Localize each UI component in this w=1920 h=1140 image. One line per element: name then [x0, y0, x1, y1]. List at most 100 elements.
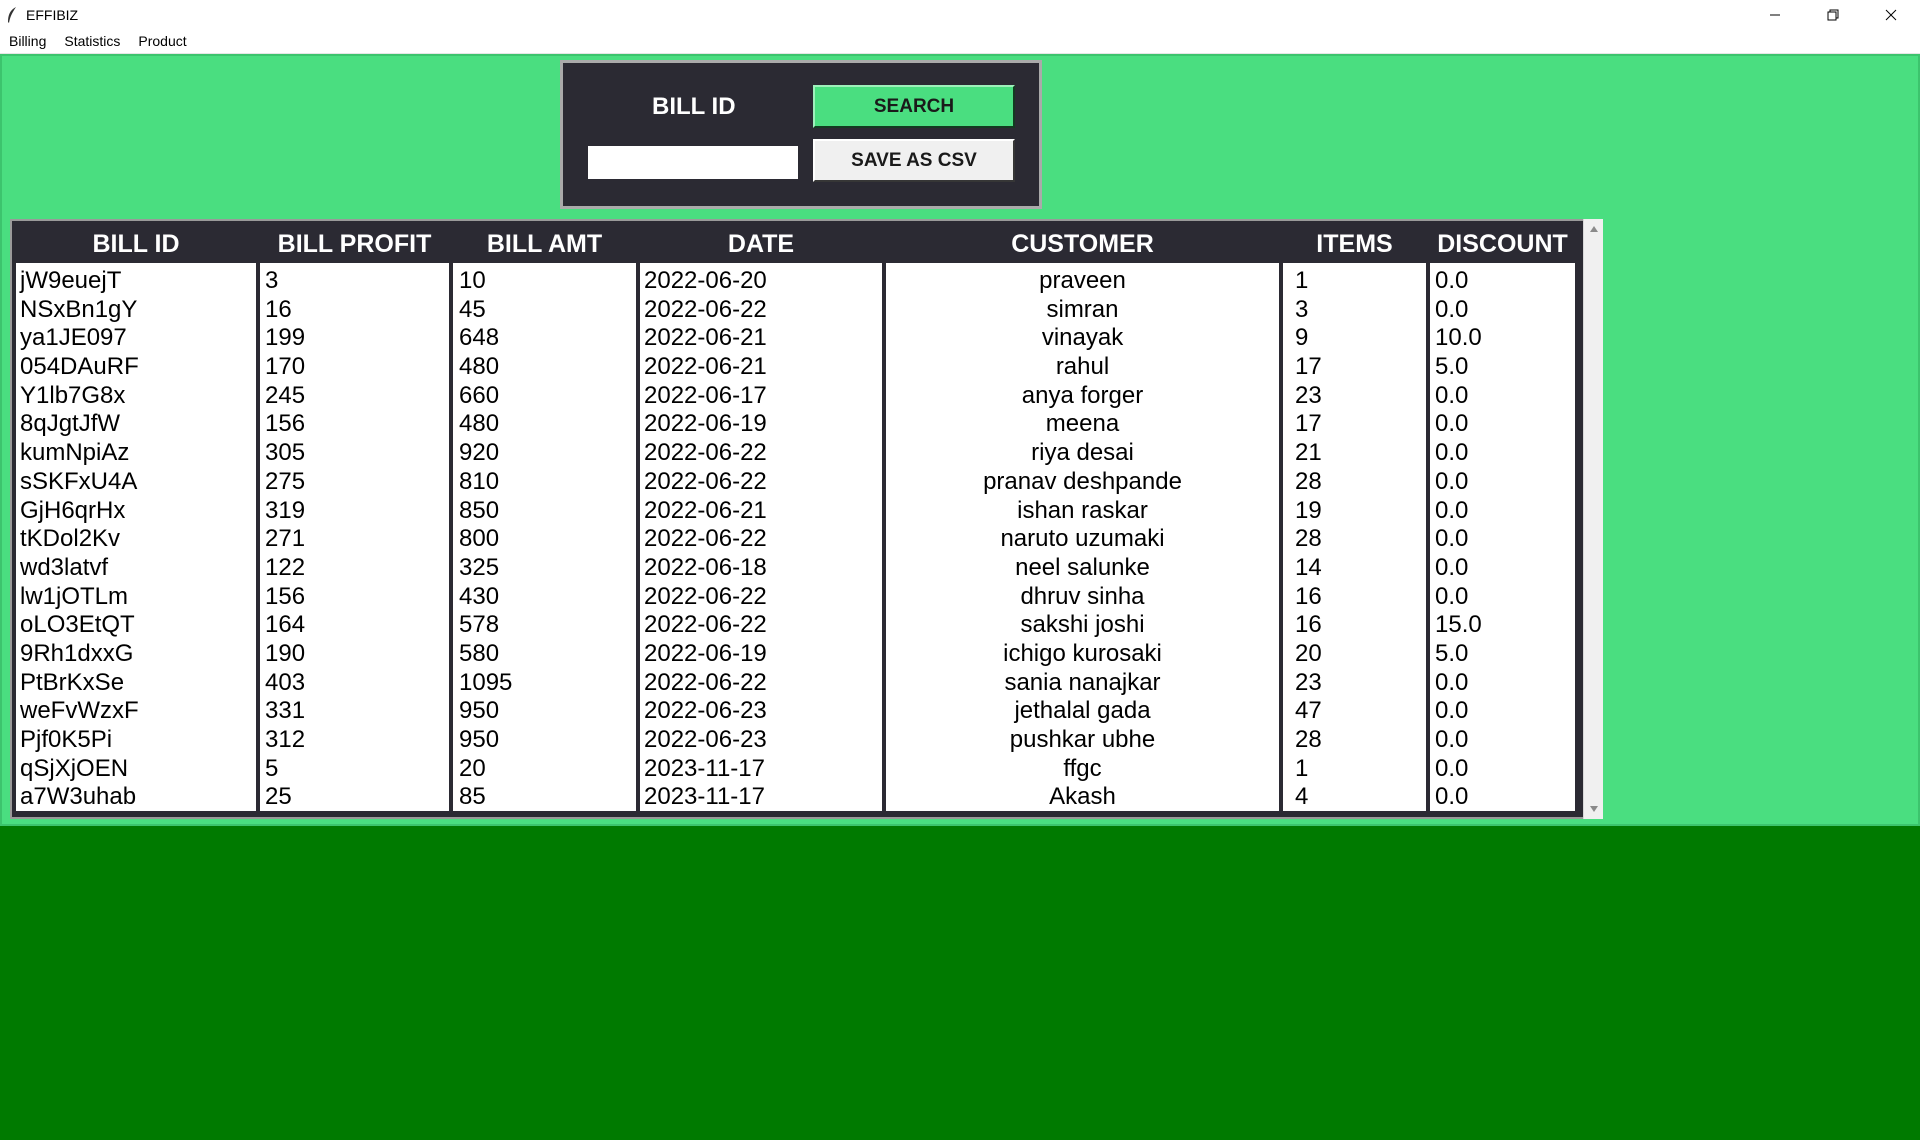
menu-billing[interactable]: Billing — [0, 29, 55, 53]
table-cell[interactable]: 5.0 — [1430, 640, 1575, 669]
table-cell[interactable]: 950 — [453, 726, 636, 755]
table-cell[interactable]: 0.0 — [1430, 783, 1575, 811]
search-button[interactable]: SEARCH — [813, 85, 1015, 128]
table-cell[interactable]: 245 — [260, 382, 449, 411]
table-cell[interactable]: qSjXjOEN — [16, 755, 256, 784]
table-cell[interactable]: pushkar ubhe — [886, 726, 1279, 755]
table-cell[interactable]: 20 — [1283, 640, 1426, 669]
table-cell[interactable]: ffgc — [886, 755, 1279, 784]
table-cell[interactable]: 25 — [260, 783, 449, 811]
table-cell[interactable]: 2022-06-22 — [640, 611, 882, 640]
table-cell[interactable]: PtBrKxSe — [16, 669, 256, 698]
table-cell[interactable]: ichigo kurosaki — [886, 640, 1279, 669]
table-cell[interactable]: praveen — [886, 267, 1279, 296]
column-header-discount[interactable]: DISCOUNT — [1430, 225, 1575, 263]
table-cell[interactable]: 0.0 — [1430, 497, 1575, 526]
table-cell[interactable]: 190 — [260, 640, 449, 669]
table-cell[interactable]: 1 — [1283, 267, 1426, 296]
table-cell[interactable]: simran — [886, 296, 1279, 325]
table-cell[interactable]: 2022-06-21 — [640, 353, 882, 382]
table-cell[interactable]: 0.0 — [1430, 554, 1575, 583]
table-cell[interactable]: 325 — [453, 554, 636, 583]
table-cell[interactable]: Akash — [886, 783, 1279, 811]
table-cell[interactable]: 16 — [1283, 583, 1426, 612]
table-cell[interactable]: vinayak — [886, 324, 1279, 353]
table-cell[interactable]: 199 — [260, 324, 449, 353]
table-cell[interactable]: 2022-06-23 — [640, 697, 882, 726]
table-cell[interactable]: 800 — [453, 525, 636, 554]
table-cell[interactable]: 0.0 — [1430, 755, 1575, 784]
table-cell[interactable]: 0.0 — [1430, 468, 1575, 497]
table-cell[interactable]: NSxBn1gY — [16, 296, 256, 325]
table-cell[interactable]: 17 — [1283, 410, 1426, 439]
table-cell[interactable]: 648 — [453, 324, 636, 353]
table-cell[interactable]: 430 — [453, 583, 636, 612]
table-cell[interactable]: 3 — [1283, 296, 1426, 325]
column-header-bill-id[interactable]: BILL ID — [16, 225, 256, 263]
table-cell[interactable]: 580 — [453, 640, 636, 669]
table-cell[interactable]: 2022-06-19 — [640, 640, 882, 669]
column-header-items[interactable]: ITEMS — [1283, 225, 1426, 263]
table-cell[interactable]: 23 — [1283, 382, 1426, 411]
table-cell[interactable]: 0.0 — [1430, 439, 1575, 468]
save-csv-button[interactable]: SAVE AS CSV — [813, 139, 1015, 182]
table-cell[interactable]: 122 — [260, 554, 449, 583]
column-header-bill-amt[interactable]: BILL AMT — [453, 225, 636, 263]
close-button[interactable] — [1862, 0, 1920, 29]
menu-product[interactable]: Product — [129, 29, 195, 53]
table-cell[interactable]: 312 — [260, 726, 449, 755]
table-cell[interactable]: 480 — [453, 353, 636, 382]
table-cell[interactable]: Y1lb7G8x — [16, 382, 256, 411]
table-cell[interactable]: 2022-06-21 — [640, 497, 882, 526]
table-cell[interactable]: 85 — [453, 783, 636, 811]
table-cell[interactable]: 0.0 — [1430, 410, 1575, 439]
table-cell[interactable]: sania nanajkar — [886, 669, 1279, 698]
table-cell[interactable]: 28 — [1283, 525, 1426, 554]
table-cell[interactable]: pranav deshpande — [886, 468, 1279, 497]
table-cell[interactable]: 19 — [1283, 497, 1426, 526]
table-cell[interactable]: 2022-06-20 — [640, 267, 882, 296]
table-cell[interactable]: 16 — [1283, 611, 1426, 640]
table-scrollbar[interactable] — [1583, 219, 1603, 819]
table-cell[interactable]: 0.0 — [1430, 669, 1575, 698]
table-cell[interactable]: 920 — [453, 439, 636, 468]
table-cell[interactable]: 28 — [1283, 726, 1426, 755]
table-cell[interactable]: 0.0 — [1430, 583, 1575, 612]
table-cell[interactable]: ya1JE097 — [16, 324, 256, 353]
table-cell[interactable]: 170 — [260, 353, 449, 382]
table-cell[interactable]: 16 — [260, 296, 449, 325]
table-cell[interactable]: meena — [886, 410, 1279, 439]
table-cell[interactable]: ishan raskar — [886, 497, 1279, 526]
table-cell[interactable]: naruto uzumaki — [886, 525, 1279, 554]
table-cell[interactable]: 0.0 — [1430, 296, 1575, 325]
table-cell[interactable]: rahul — [886, 353, 1279, 382]
column-header-bill-profit[interactable]: BILL PROFIT — [260, 225, 449, 263]
column-header-date[interactable]: DATE — [640, 225, 882, 263]
table-cell[interactable]: dhruv sinha — [886, 583, 1279, 612]
table-cell[interactable]: 10.0 — [1430, 324, 1575, 353]
scroll-down-icon[interactable] — [1587, 802, 1601, 816]
table-cell[interactable]: weFvWzxF — [16, 697, 256, 726]
column-header-customer[interactable]: CUSTOMER — [886, 225, 1279, 263]
table-cell[interactable]: lw1jOTLm — [16, 583, 256, 612]
table-cell[interactable]: 3 — [260, 267, 449, 296]
table-cell[interactable]: jethalal gada — [886, 697, 1279, 726]
table-cell[interactable]: 4 — [1283, 783, 1426, 811]
table-cell[interactable]: 1 — [1283, 755, 1426, 784]
table-cell[interactable]: 23 — [1283, 669, 1426, 698]
table-cell[interactable]: Pjf0K5Pi — [16, 726, 256, 755]
table-cell[interactable]: 28 — [1283, 468, 1426, 497]
table-cell[interactable]: 10 — [453, 267, 636, 296]
table-cell[interactable]: 2023-11-17 — [640, 755, 882, 784]
table-cell[interactable]: 305 — [260, 439, 449, 468]
table-cell[interactable]: 45 — [453, 296, 636, 325]
table-cell[interactable]: 660 — [453, 382, 636, 411]
table-cell[interactable]: 9Rh1dxxG — [16, 640, 256, 669]
table-cell[interactable]: 0.0 — [1430, 267, 1575, 296]
table-cell[interactable]: GjH6qrHx — [16, 497, 256, 526]
table-cell[interactable]: 2022-06-19 — [640, 410, 882, 439]
table-cell[interactable]: 21 — [1283, 439, 1426, 468]
table-cell[interactable]: 2022-06-22 — [640, 468, 882, 497]
restore-button[interactable] — [1804, 0, 1862, 29]
table-cell[interactable]: 14 — [1283, 554, 1426, 583]
